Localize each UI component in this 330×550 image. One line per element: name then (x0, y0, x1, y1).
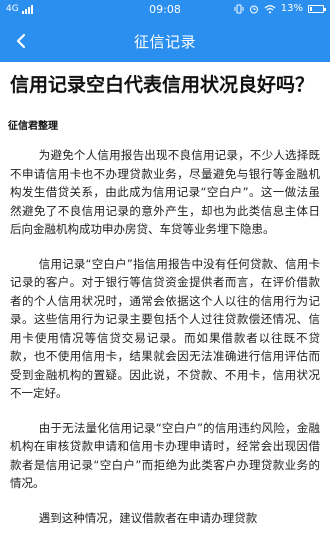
battery-icon (308, 4, 326, 13)
battery-level (310, 6, 312, 11)
article-author: 征信君整理 (8, 121, 58, 132)
article-paragraph: 为避免个人信用报告出现不良信用记录，不少人选择既不申请信用卡也不办理贷款业务，尽… (10, 148, 320, 236)
nav-bar: 征信记录 (0, 20, 330, 62)
alarm-icon (249, 5, 258, 13)
article-paragraph: 遇到这种情况，建议借款者在申请办理贷款 (38, 510, 258, 525)
status-icons: 13% (234, 3, 326, 14)
wifi-icon (264, 4, 276, 13)
vibrate-icon (234, 4, 244, 13)
article-title: 信用记录空白代表信用状况良好吗？ (10, 74, 315, 96)
article-content[interactable]: 信用记录空白代表信用状况良好吗？ 征信君整理 为避免个人信用报告出现不良信用记录… (0, 62, 330, 550)
battery-percent: 13% (280, 3, 303, 14)
status-bar: 4G 09:08 13% (0, 0, 330, 20)
page-title: 征信记录 (133, 33, 196, 51)
article-paragraph: 信用记录“空白户”指信用报告中没有任何贷款、信用卡记录的客户。对于银行等信贷资金… (10, 256, 320, 401)
article-paragraph: 由于无法量化信用记录“空白户”的信用违约风险，金融机构在审核贷款申请和信用卡办理… (10, 420, 320, 491)
